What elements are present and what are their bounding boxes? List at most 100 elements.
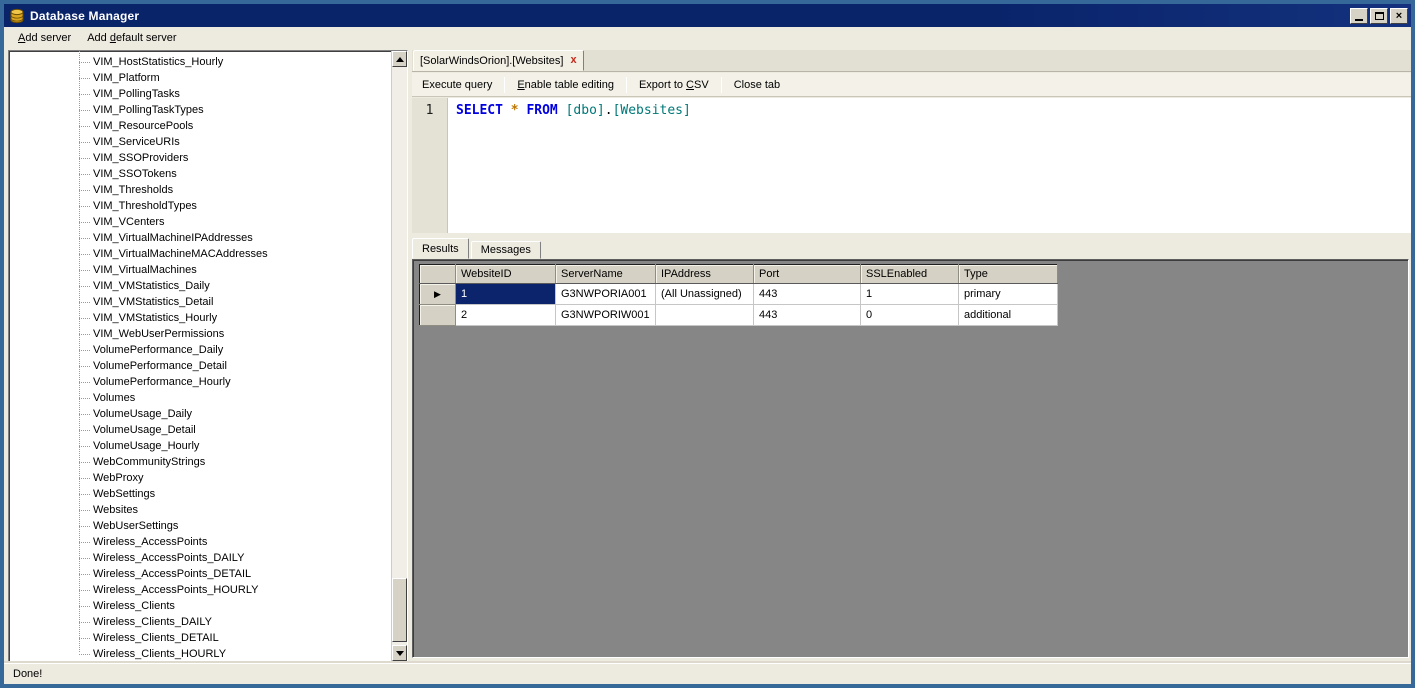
tree-item[interactable]: Wireless_Clients_DETAIL <box>9 630 391 646</box>
minimize-icon <box>1355 18 1363 21</box>
grid-cell[interactable]: G3NWPORIA001 <box>555 283 656 305</box>
column-header-type[interactable]: Type <box>958 264 1058 284</box>
grid-cell[interactable]: G3NWPORIW001 <box>555 304 656 326</box>
database-icon <box>10 8 24 23</box>
grid-cell[interactable]: 0 <box>860 304 959 326</box>
tree-item[interactable]: VIM_VMStatistics_Daily <box>9 278 391 294</box>
tree-item[interactable]: VIM_VMStatistics_Detail <box>9 294 391 310</box>
titlebar: Database Manager × <box>4 4 1411 27</box>
close-icon: × <box>1395 9 1403 22</box>
scroll-down-button[interactable] <box>392 645 407 661</box>
tree-item[interactable]: VIM_Platform <box>9 70 391 86</box>
tree-item[interactable]: VIM_HostStatistics_Hourly <box>9 54 391 70</box>
tree-item[interactable]: WebProxy <box>9 470 391 486</box>
sql-token: SELECT <box>456 103 503 118</box>
tree-item[interactable]: Volumes <box>9 390 391 406</box>
tree-item[interactable]: Wireless_Clients_DAILY <box>9 614 391 630</box>
grid-cell[interactable]: 443 <box>753 304 861 326</box>
export-to-csv-button[interactable]: Export to CSV <box>629 75 719 95</box>
grid-cell[interactable]: 1 <box>860 283 959 305</box>
tree-item[interactable]: VolumePerformance_Daily <box>9 342 391 358</box>
tree-item[interactable]: Wireless_Clients <box>9 598 391 614</box>
grid-cell[interactable]: (All Unassigned) <box>655 283 754 305</box>
results-area: WebsiteID ServerName IPAddress Port SSLEnabl… <box>412 259 1409 658</box>
tree-item[interactable]: VIM_WebUserPermissions <box>9 326 391 342</box>
sql-code-area[interactable]: SELECT * FROM [dbo].[Websites] <box>448 98 1411 233</box>
tab-close-icon[interactable]: x <box>570 55 576 66</box>
scroll-up-button[interactable] <box>392 51 407 67</box>
table-row: ▶ 1 G3NWPORIA001 (All Unassigned) 443 1 primar… <box>419 283 1058 305</box>
column-header-port[interactable]: Port <box>753 264 861 284</box>
tree-item[interactable]: VolumePerformance_Detail <box>9 358 391 374</box>
document-tab-label: [SolarWindsOrion].[Websites] <box>420 54 564 67</box>
tree-item[interactable]: VIM_VirtualMachineIPAddresses <box>9 230 391 246</box>
row-selector[interactable]: ▶ <box>419 283 456 305</box>
grid-cell[interactable]: 1 <box>455 283 556 305</box>
tree-item[interactable]: VolumePerformance_Hourly <box>9 374 391 390</box>
tree-item[interactable]: VIM_ThresholdTypes <box>9 198 391 214</box>
table-tree-panel: VIM_HostStatistics_Hourly VIM_Platform VIM… <box>8 50 408 662</box>
tree-item[interactable]: WebSettings <box>9 486 391 502</box>
tree-item[interactable]: VIM_VMStatistics_Hourly <box>9 310 391 326</box>
row-selector[interactable] <box>419 304 456 326</box>
enable-table-editing-button[interactable]: Enable table editing <box>507 75 624 95</box>
tree-item[interactable]: VolumeUsage_Daily <box>9 406 391 422</box>
tab-messages[interactable]: Messages <box>470 241 541 259</box>
grid-cell[interactable]: 443 <box>753 283 861 305</box>
table-tree: VIM_HostStatistics_Hourly VIM_Platform VIM… <box>9 51 391 661</box>
tree-item[interactable]: Wireless_AccessPoints <box>9 534 391 550</box>
toolbar-separator <box>720 76 722 93</box>
tree-item[interactable]: Websites <box>9 502 391 518</box>
column-header-websiteid[interactable]: WebsiteID <box>455 264 556 284</box>
tree-item[interactable]: Wireless_AccessPoints_HOURLY <box>9 582 391 598</box>
editor-gutter: 1 <box>412 98 448 233</box>
grid-header-row: WebsiteID ServerName IPAddress Port SSLEnabl… <box>419 264 1058 284</box>
close-button[interactable]: × <box>1390 7 1408 24</box>
tree-item[interactable]: VolumeUsage_Detail <box>9 422 391 438</box>
tree-item[interactable]: VIM_PollingTaskTypes <box>9 102 391 118</box>
tree-item[interactable]: VIM_VirtualMachineMACAddresses <box>9 246 391 262</box>
execute-query-button[interactable]: Execute query <box>412 75 502 95</box>
tree-item[interactable]: VIM_VirtualMachines <box>9 262 391 278</box>
grid-cell[interactable]: 2 <box>455 304 556 326</box>
tab-results[interactable]: Results <box>412 238 469 259</box>
tree-item[interactable]: Wireless_AccessPoints_DAILY <box>9 550 391 566</box>
tree-item[interactable]: VIM_SSOProviders <box>9 150 391 166</box>
column-header-ipaddress[interactable]: IPAddress <box>655 264 754 284</box>
grid-cell[interactable]: additional <box>958 304 1058 326</box>
tree-item[interactable]: Wireless_AccessPoints_DETAIL <box>9 566 391 582</box>
maximize-icon <box>1374 11 1384 20</box>
close-tab-button[interactable]: Close tab <box>724 75 790 95</box>
row-selector-header <box>419 264 456 284</box>
scrollbar-track[interactable] <box>392 67 407 645</box>
tree-item[interactable]: VolumeUsage_Hourly <box>9 438 391 454</box>
column-header-sslenabled[interactable]: SSLEnabled <box>860 264 959 284</box>
window-title: Database Manager <box>30 8 140 23</box>
sql-token: * <box>510 103 519 118</box>
menu-item-add-default-server[interactable]: Add default server <box>79 29 184 48</box>
menu-item-add-server[interactable]: Add server <box>10 29 79 48</box>
toolbar-separator <box>504 76 506 93</box>
tree-item[interactable]: VIM_ServiceURIs <box>9 134 391 150</box>
tree-item[interactable]: Wireless_Clients_HOURLY <box>9 646 391 661</box>
minimize-button[interactable] <box>1350 7 1368 24</box>
document-tab[interactable]: [SolarWindsOrion].[Websites] x <box>413 50 584 71</box>
grid-cell[interactable] <box>655 304 754 326</box>
column-header-servername[interactable]: ServerName <box>555 264 656 284</box>
tree-item[interactable]: WebCommunityStrings <box>9 454 391 470</box>
scrollbar-thumb[interactable] <box>392 578 407 642</box>
tree-item[interactable]: VIM_PollingTasks <box>9 86 391 102</box>
statusbar: Done! <box>4 663 1411 684</box>
grid-cell[interactable]: primary <box>958 283 1058 305</box>
maximize-button[interactable] <box>1370 7 1388 24</box>
tree-item[interactable]: VIM_ResourcePools <box>9 118 391 134</box>
tree-item[interactable]: VIM_Thresholds <box>9 182 391 198</box>
status-text: Done! <box>13 668 43 680</box>
tree-item[interactable]: VIM_SSOTokens <box>9 166 391 182</box>
tree-item[interactable]: WebUserSettings <box>9 518 391 534</box>
results-grid: WebsiteID ServerName IPAddress Port SSLEnabl… <box>419 264 1058 326</box>
tree-scrollbar[interactable] <box>391 51 407 661</box>
tree-item[interactable]: VIM_VCenters <box>9 214 391 230</box>
